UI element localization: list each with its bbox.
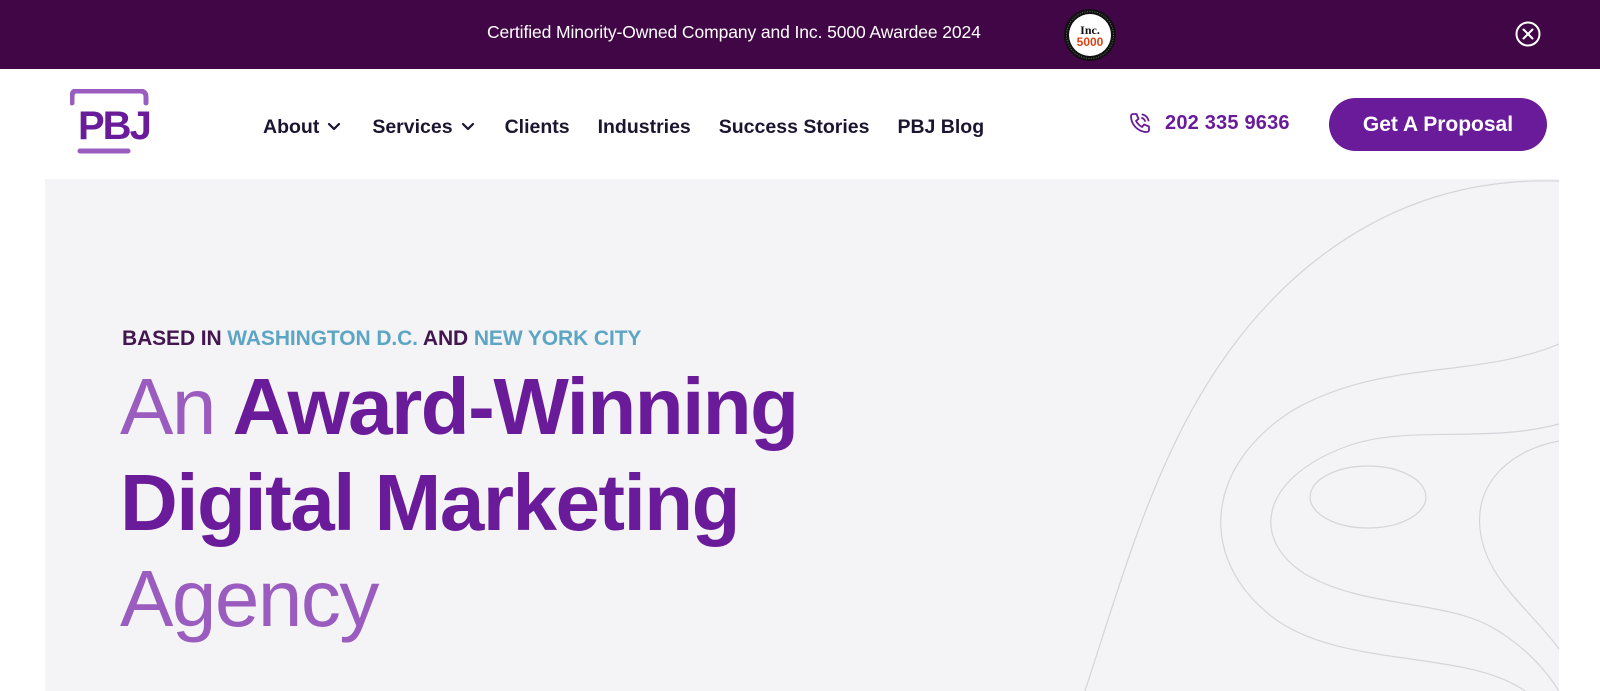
- headline-word-an: An: [120, 362, 216, 451]
- headline-line-3: Agency: [120, 551, 798, 647]
- nav-item-label: Services: [372, 115, 453, 138]
- phone-icon: [1130, 113, 1150, 133]
- nav-item-clients[interactable]: Clients: [505, 116, 570, 139]
- nav-item-services[interactable]: Services: [372, 116, 474, 139]
- nav-item-success-stories[interactable]: Success Stories: [719, 116, 870, 139]
- chevron-down-icon: [328, 122, 341, 131]
- nav-item-industries[interactable]: Industries: [598, 116, 691, 139]
- badge-bottom-text: 5000: [1077, 35, 1104, 49]
- pbj-logo[interactable]: PBJ: [70, 89, 154, 161]
- chevron-down-icon: [461, 122, 474, 131]
- announcement-text: Certified Minority-Owned Company and Inc…: [487, 22, 981, 42]
- inc-5000-badge: Inc. 5000: [1064, 9, 1116, 61]
- headline-digital-marketing: Digital Marketing: [120, 458, 741, 547]
- headline-line-1: An Award-Winning: [120, 359, 799, 455]
- eyebrow-connector: AND: [422, 327, 469, 350]
- phone-link[interactable]: 202 335 9636: [1128, 111, 1290, 135]
- hero-section: BASED IN WASHINGTON D.C. AND NEW YORK CI…: [45, 179, 1559, 691]
- close-icon[interactable]: [1514, 20, 1542, 48]
- nav-item-label: About: [263, 115, 320, 138]
- headline-agency: Agency: [120, 554, 379, 643]
- logo-text: PBJ: [78, 104, 150, 148]
- hero-headline: An Award-Winning Digital Marketing Agenc…: [120, 359, 799, 647]
- nav-item-about[interactable]: About: [263, 116, 341, 139]
- get-proposal-button[interactable]: Get A Proposal: [1329, 98, 1547, 151]
- announcement-bar: Certified Minority-Owned Company and Inc…: [0, 0, 1600, 69]
- headline-award-winning: Award-Winning: [232, 362, 799, 451]
- eyebrow-city-new-york: NEW YORK CITY: [473, 327, 642, 350]
- nav-item-label: Success Stories: [718, 115, 870, 138]
- site-header: PBJ About Services Clients Industries Su…: [0, 69, 1600, 179]
- phone-number: 202 335 9636: [1165, 111, 1290, 134]
- hero-eyebrow: BASED IN WASHINGTON D.C. AND NEW YORK CI…: [122, 327, 641, 351]
- headline-line-2: Digital Marketing: [120, 455, 798, 551]
- main-nav: About Services Clients Industries Succes…: [263, 113, 984, 141]
- nav-item-label: PBJ Blog: [897, 115, 985, 138]
- nav-item-pbj-blog[interactable]: PBJ Blog: [897, 116, 984, 139]
- eyebrow-prefix: BASED IN: [122, 327, 222, 350]
- nav-item-label: Industries: [597, 115, 691, 138]
- eyebrow-city-washington: WASHINGTON D.C.: [227, 327, 418, 350]
- nav-item-label: Clients: [504, 115, 570, 138]
